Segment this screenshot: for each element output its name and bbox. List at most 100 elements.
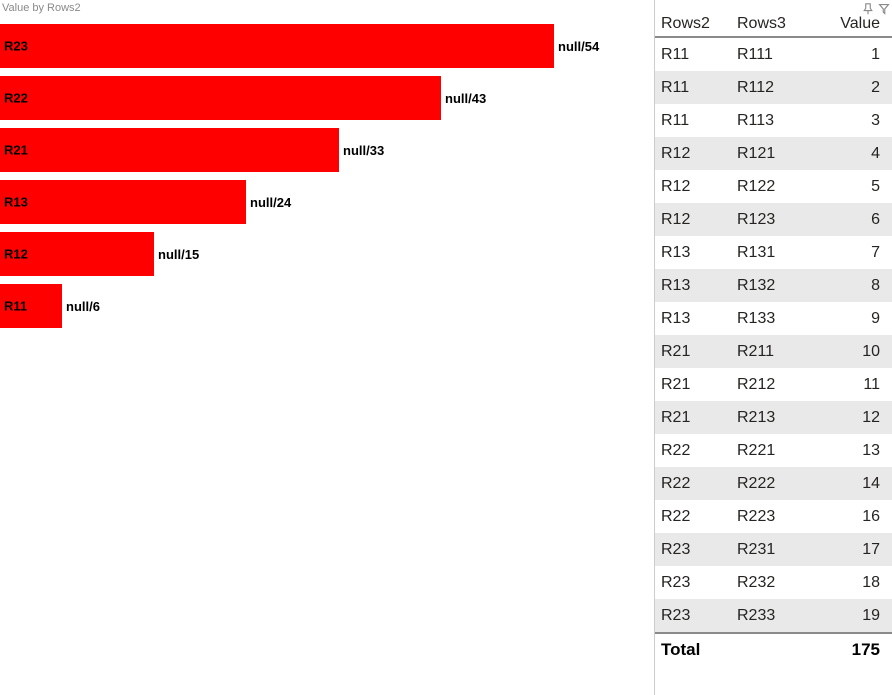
cell-rows3: R113 xyxy=(731,112,807,130)
table-panel[interactable]: Rows2 Rows3 Value R11R1111R11R1122R11R11… xyxy=(654,0,892,695)
bar-data-label: null/6 xyxy=(66,299,100,314)
table-row[interactable]: R13R1328 xyxy=(655,269,892,302)
chart-body: R23 null/54 R22 null/43 R21null/33 R13null/24… xyxy=(0,14,654,328)
cell-rows2: R13 xyxy=(655,277,731,295)
cell-rows2: R12 xyxy=(655,211,731,229)
cell-rows3: R122 xyxy=(731,178,807,196)
cell-rows3: R212 xyxy=(731,376,807,394)
table-total-row: Total 175 xyxy=(655,632,892,666)
column-header-value[interactable]: Value xyxy=(807,15,886,33)
cell-value: 5 xyxy=(807,178,886,196)
cell-rows3: R121 xyxy=(731,145,807,163)
cell-rows3: R112 xyxy=(731,79,807,97)
bar-category-label: R11 xyxy=(4,299,27,314)
table-body: R11R1111R11R1122R11R1133R12R1214R12R1225… xyxy=(655,38,892,632)
cell-rows3: R111 xyxy=(731,46,807,64)
cell-rows2: R11 xyxy=(655,112,731,130)
cell-rows3: R123 xyxy=(731,211,807,229)
cell-value: 1 xyxy=(807,46,886,64)
bar[interactable]: R23 xyxy=(0,24,554,68)
cell-value: 17 xyxy=(807,541,886,559)
cell-rows2: R22 xyxy=(655,442,731,460)
bar[interactable]: R21 xyxy=(0,128,339,172)
cell-rows3: R133 xyxy=(731,310,807,328)
cell-rows2: R23 xyxy=(655,541,731,559)
cell-rows3: R232 xyxy=(731,574,807,592)
cell-rows3: R222 xyxy=(731,475,807,493)
bar-category-label: R22 xyxy=(4,91,28,106)
table-row[interactable]: R22R22113 xyxy=(655,434,892,467)
cell-value: 18 xyxy=(807,574,886,592)
cell-rows2: R21 xyxy=(655,343,731,361)
table-row[interactable]: R12R1225 xyxy=(655,170,892,203)
cell-rows3: R231 xyxy=(731,541,807,559)
table-header-row: Rows2 Rows3 Value xyxy=(655,0,892,38)
bar-row[interactable]: R12 null/15 xyxy=(0,232,654,276)
column-header-rows2[interactable]: Rows2 xyxy=(655,15,731,33)
cell-value: 6 xyxy=(807,211,886,229)
table-row[interactable]: R23R23319 xyxy=(655,599,892,632)
cell-rows2: R23 xyxy=(655,607,731,625)
cell-rows3: R132 xyxy=(731,277,807,295)
table-row[interactable]: R21R21312 xyxy=(655,401,892,434)
table-row[interactable]: R12R1236 xyxy=(655,203,892,236)
cell-rows2: R21 xyxy=(655,376,731,394)
cell-value: 19 xyxy=(807,607,886,625)
bar[interactable]: R13 xyxy=(0,180,246,224)
bar-row[interactable]: R21null/33 xyxy=(0,128,654,172)
cell-rows2: R11 xyxy=(655,46,731,64)
total-label: Total xyxy=(655,640,731,660)
cell-rows3: R233 xyxy=(731,607,807,625)
cell-value: 8 xyxy=(807,277,886,295)
cell-rows2: R21 xyxy=(655,409,731,427)
bar-row[interactable]: R13null/24 xyxy=(0,180,654,224)
table-row[interactable]: R13R1317 xyxy=(655,236,892,269)
table-row[interactable]: R11R1122 xyxy=(655,71,892,104)
bar[interactable]: R12 xyxy=(0,232,154,276)
cell-value: 13 xyxy=(807,442,886,460)
cell-rows2: R23 xyxy=(655,574,731,592)
cell-value: 9 xyxy=(807,310,886,328)
cell-rows2: R13 xyxy=(655,244,731,262)
table-row[interactable]: R11R1133 xyxy=(655,104,892,137)
table-row[interactable]: R11R1111 xyxy=(655,38,892,71)
cell-value: 12 xyxy=(807,409,886,427)
cell-rows3: R223 xyxy=(731,508,807,526)
cell-rows3: R131 xyxy=(731,244,807,262)
bar[interactable]: R11 xyxy=(0,284,62,328)
bar-category-label: R21 xyxy=(4,143,28,158)
cell-value: 11 xyxy=(807,376,886,394)
cell-value: 16 xyxy=(807,508,886,526)
cell-value: 7 xyxy=(807,244,886,262)
cell-rows3: R221 xyxy=(731,442,807,460)
bar-category-label: R13 xyxy=(4,195,28,210)
cell-rows2: R22 xyxy=(655,508,731,526)
bar-data-label: null/54 xyxy=(558,39,599,54)
bar-data-label: null/43 xyxy=(445,91,486,106)
cell-value: 4 xyxy=(807,145,886,163)
table-row[interactable]: R23R23117 xyxy=(655,533,892,566)
table-row[interactable]: R13R1339 xyxy=(655,302,892,335)
table-row[interactable]: R22R22316 xyxy=(655,500,892,533)
bar-row[interactable]: R23 null/54 xyxy=(0,24,654,68)
bar-row[interactable]: R22 null/43 xyxy=(0,76,654,120)
root: Value by Rows2 R23null/54R22null/43R21nu… xyxy=(0,0,892,695)
table-row[interactable]: R12R1214 xyxy=(655,137,892,170)
cell-rows2: R12 xyxy=(655,145,731,163)
bar[interactable]: R22 xyxy=(0,76,441,120)
column-header-rows3[interactable]: Rows3 xyxy=(731,15,807,33)
bar-category-label: R23 xyxy=(4,39,28,54)
chart-title: Value by Rows2 xyxy=(0,0,654,14)
cell-rows2: R11 xyxy=(655,79,731,97)
bar-category-label: R12 xyxy=(4,247,28,262)
chart-panel[interactable]: Value by Rows2 R23null/54R22null/43R21nu… xyxy=(0,0,654,695)
table-row[interactable]: R22R22214 xyxy=(655,467,892,500)
cell-rows2: R12 xyxy=(655,178,731,196)
table-row[interactable]: R21R21110 xyxy=(655,335,892,368)
cell-rows3: R213 xyxy=(731,409,807,427)
table-row[interactable]: R23R23218 xyxy=(655,566,892,599)
bar-row[interactable]: R11 null/6 xyxy=(0,284,654,328)
total-value: 175 xyxy=(807,640,886,660)
bar-data-label: null/15 xyxy=(158,247,199,262)
table-row[interactable]: R21R21211 xyxy=(655,368,892,401)
